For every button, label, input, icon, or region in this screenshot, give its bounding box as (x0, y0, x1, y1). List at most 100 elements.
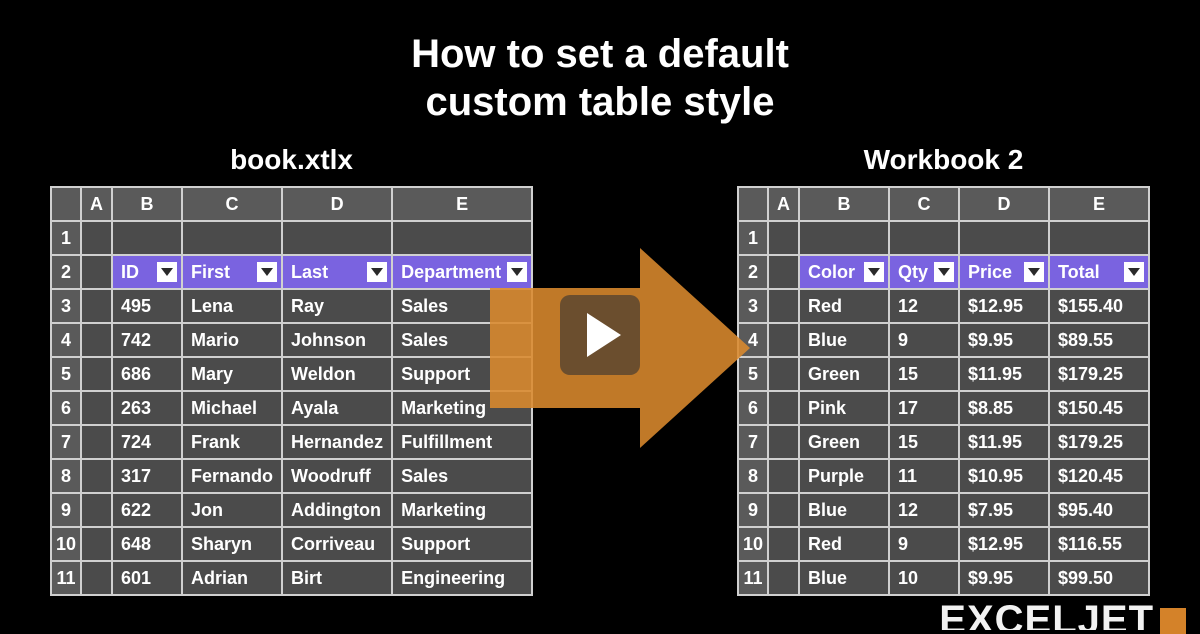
data-cell[interactable]: 9 (889, 323, 959, 357)
data-cell[interactable]: 15 (889, 357, 959, 391)
data-cell[interactable]: Hernandez (282, 425, 392, 459)
data-cell[interactable]: 17 (889, 391, 959, 425)
data-cell[interactable]: Fernando (182, 459, 282, 493)
data-cell[interactable]: $155.40 (1049, 289, 1149, 323)
data-cell[interactable]: $179.25 (1049, 425, 1149, 459)
empty-cell[interactable] (768, 221, 799, 255)
empty-cell[interactable] (81, 561, 112, 595)
empty-cell[interactable] (81, 323, 112, 357)
empty-cell[interactable] (81, 527, 112, 561)
empty-cell[interactable] (768, 527, 799, 561)
filter-dropdown-icon[interactable] (257, 262, 277, 282)
data-cell[interactable]: 12 (889, 493, 959, 527)
data-cell[interactable]: Ayala (282, 391, 392, 425)
row-header[interactable]: 6 (51, 391, 81, 425)
data-cell[interactable]: $120.45 (1049, 459, 1149, 493)
data-cell[interactable]: Mario (182, 323, 282, 357)
empty-cell[interactable] (81, 493, 112, 527)
empty-cell[interactable] (81, 391, 112, 425)
empty-cell[interactable] (282, 221, 392, 255)
data-cell[interactable]: Birt (282, 561, 392, 595)
row-header[interactable]: 8 (738, 459, 768, 493)
data-cell[interactable]: Jon (182, 493, 282, 527)
empty-cell[interactable] (768, 459, 799, 493)
row-header[interactable]: 10 (51, 527, 81, 561)
data-cell[interactable]: Weldon (282, 357, 392, 391)
empty-cell[interactable] (81, 221, 112, 255)
col-header[interactable]: C (182, 187, 282, 221)
data-cell[interactable]: Mary (182, 357, 282, 391)
data-cell[interactable]: 648 (112, 527, 182, 561)
row-header[interactable]: 9 (738, 493, 768, 527)
data-cell[interactable]: Green (799, 425, 889, 459)
row-header[interactable]: 4 (51, 323, 81, 357)
col-header[interactable]: E (1049, 187, 1149, 221)
data-cell[interactable]: 686 (112, 357, 182, 391)
empty-cell[interactable] (768, 493, 799, 527)
row-header[interactable]: 1 (51, 221, 81, 255)
data-cell[interactable]: $11.95 (959, 357, 1049, 391)
table-header-cell[interactable]: First (182, 255, 282, 289)
row-header[interactable]: 2 (51, 255, 81, 289)
data-cell[interactable]: Red (799, 289, 889, 323)
row-header[interactable]: 11 (51, 561, 81, 595)
data-cell[interactable]: 742 (112, 323, 182, 357)
data-cell[interactable]: $179.25 (1049, 357, 1149, 391)
data-cell[interactable]: Green (799, 357, 889, 391)
table-header-cell[interactable]: Price (959, 255, 1049, 289)
data-cell[interactable]: Corriveau (282, 527, 392, 561)
empty-cell[interactable] (112, 221, 182, 255)
row-header[interactable]: 5 (51, 357, 81, 391)
data-cell[interactable]: Michael (182, 391, 282, 425)
data-cell[interactable]: Sales (392, 459, 532, 493)
data-cell[interactable]: Blue (799, 561, 889, 595)
data-cell[interactable]: $8.85 (959, 391, 1049, 425)
data-cell[interactable]: $7.95 (959, 493, 1049, 527)
empty-cell[interactable] (81, 357, 112, 391)
data-cell[interactable]: 622 (112, 493, 182, 527)
data-cell[interactable]: Ray (282, 289, 392, 323)
play-button[interactable] (560, 295, 640, 375)
data-cell[interactable]: $99.50 (1049, 561, 1149, 595)
empty-cell[interactable] (81, 255, 112, 289)
empty-cell[interactable] (1049, 221, 1149, 255)
data-cell[interactable]: $150.45 (1049, 391, 1149, 425)
empty-cell[interactable] (81, 425, 112, 459)
empty-cell[interactable] (768, 391, 799, 425)
col-header[interactable]: A (81, 187, 112, 221)
data-cell[interactable]: 317 (112, 459, 182, 493)
table-header-cell[interactable]: Color (799, 255, 889, 289)
filter-dropdown-icon[interactable] (1024, 262, 1044, 282)
row-header[interactable]: 3 (51, 289, 81, 323)
col-header[interactable]: C (889, 187, 959, 221)
empty-cell[interactable] (889, 221, 959, 255)
data-cell[interactable]: Red (799, 527, 889, 561)
col-header[interactable]: E (392, 187, 532, 221)
data-cell[interactable]: Adrian (182, 561, 282, 595)
data-cell[interactable]: Marketing (392, 493, 532, 527)
data-cell[interactable]: Frank (182, 425, 282, 459)
filter-dropdown-icon[interactable] (1124, 262, 1144, 282)
empty-cell[interactable] (182, 221, 282, 255)
empty-cell[interactable] (768, 357, 799, 391)
data-cell[interactable]: $95.40 (1049, 493, 1149, 527)
data-cell[interactable]: $9.95 (959, 323, 1049, 357)
empty-cell[interactable] (81, 459, 112, 493)
data-cell[interactable]: Woodruff (282, 459, 392, 493)
data-cell[interactable]: 724 (112, 425, 182, 459)
data-cell[interactable]: Engineering (392, 561, 532, 595)
col-header[interactable]: D (282, 187, 392, 221)
empty-cell[interactable] (768, 561, 799, 595)
row-header[interactable]: 7 (51, 425, 81, 459)
filter-dropdown-icon[interactable] (934, 262, 954, 282)
data-cell[interactable]: 495 (112, 289, 182, 323)
data-cell[interactable]: Sharyn (182, 527, 282, 561)
empty-cell[interactable] (768, 323, 799, 357)
empty-cell[interactable] (799, 221, 889, 255)
col-header[interactable]: D (959, 187, 1049, 221)
data-cell[interactable]: 11 (889, 459, 959, 493)
filter-dropdown-icon[interactable] (157, 262, 177, 282)
data-cell[interactable]: Johnson (282, 323, 392, 357)
row-header[interactable]: 10 (738, 527, 768, 561)
data-cell[interactable]: 601 (112, 561, 182, 595)
